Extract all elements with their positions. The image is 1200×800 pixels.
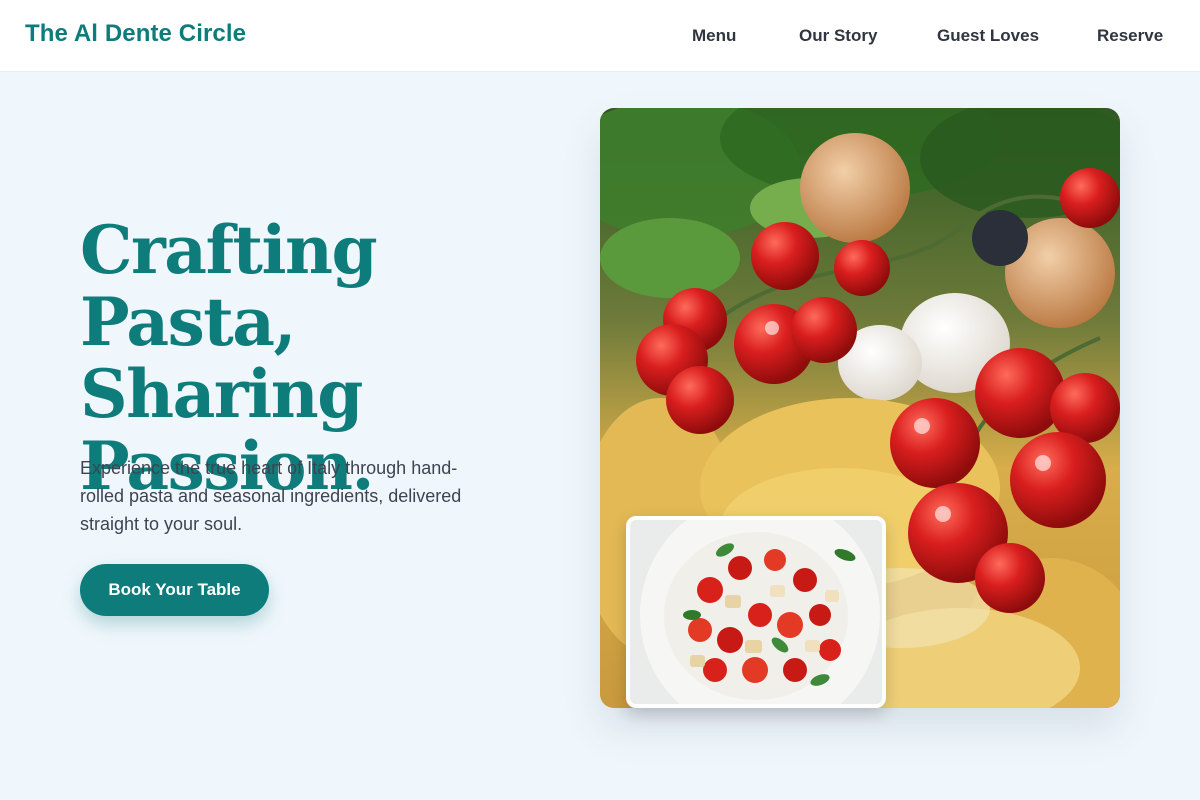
site-header: The Al Dente Circle Menu Our Story Guest… — [0, 0, 1200, 72]
book-table-button[interactable]: Book Your Table — [80, 564, 269, 616]
nav-link-our-story[interactable]: Our Story — [799, 26, 877, 46]
hero-title-line-2: Sharing — [80, 355, 363, 433]
nav-link-reserve[interactable]: Reserve — [1097, 26, 1163, 46]
hero-title-line-1: Crafting Pasta, — [80, 211, 378, 361]
nav-link-menu[interactable]: Menu — [692, 26, 736, 46]
hero-description: Experience the true heart of Italy throu… — [80, 458, 462, 534]
brand-logo-text[interactable]: The Al Dente Circle — [25, 20, 246, 48]
inset-salad-image — [626, 516, 886, 708]
nav-link-guest-loves[interactable]: Guest Loves — [937, 26, 1039, 46]
